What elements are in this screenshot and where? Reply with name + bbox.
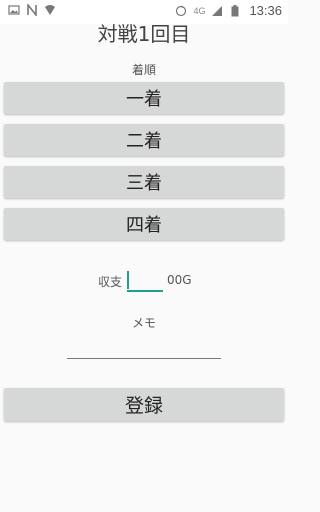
battery-icon — [229, 4, 241, 17]
n-icon — [26, 4, 38, 16]
fourth-place-button[interactable]: 四着 — [4, 208, 284, 240]
status-time: 13:36 — [249, 3, 282, 18]
text-cursor — [127, 271, 129, 289]
income-label: 収支 — [98, 275, 123, 289]
memo-label: メモ — [131, 316, 156, 330]
income-suffix: 00G — [167, 273, 192, 287]
image-icon — [8, 4, 20, 16]
memo-input[interactable] — [67, 340, 221, 359]
income-input[interactable] — [127, 268, 163, 292]
status-left-icons — [8, 4, 56, 16]
register-button[interactable]: 登録 — [4, 388, 284, 421]
third-place-button[interactable]: 三着 — [4, 166, 284, 198]
page-title: 対戦1回目 — [97, 22, 191, 46]
status-right-icons: 4G 13:36 — [175, 3, 282, 18]
sync-icon — [175, 5, 187, 17]
network-type: 4G — [193, 5, 206, 16]
finish-order-label: 着順 — [131, 63, 156, 77]
signal-4g-icon — [211, 5, 223, 17]
first-place-button[interactable]: 一着 — [4, 82, 284, 114]
wifi-icon — [44, 4, 56, 16]
income-row: 収支 00G — [0, 268, 288, 294]
second-place-button[interactable]: 二着 — [4, 124, 284, 156]
